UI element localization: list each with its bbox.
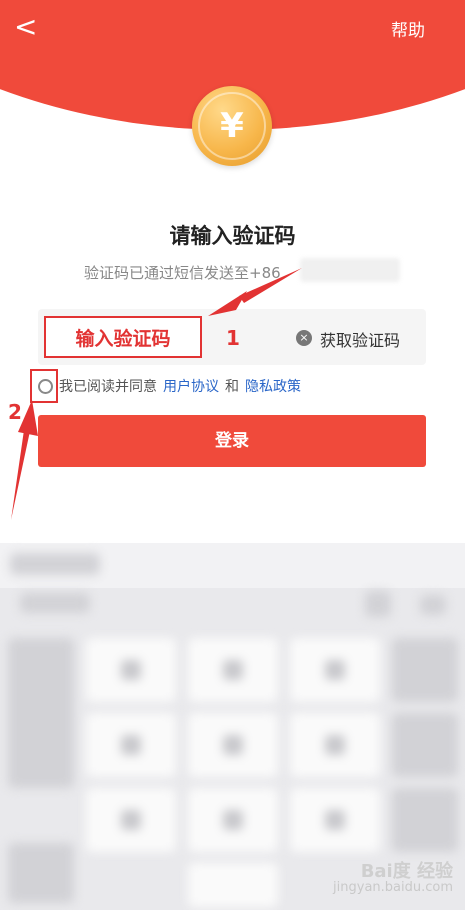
watermark: Bai度 经验 jingyan.baidu.com bbox=[333, 861, 453, 896]
arrow-1-head bbox=[208, 291, 247, 316]
watermark-url: jingyan.baidu.com bbox=[333, 880, 453, 895]
annotation-step-2: 2 bbox=[8, 400, 22, 424]
annotation-step-1: 1 bbox=[226, 326, 240, 350]
arrow-1-shaft bbox=[239, 268, 302, 303]
keyboard-blurred bbox=[0, 543, 465, 910]
arrow-2-shaft bbox=[11, 430, 30, 520]
watermark-brand: Bai度 经验 bbox=[360, 861, 453, 882]
